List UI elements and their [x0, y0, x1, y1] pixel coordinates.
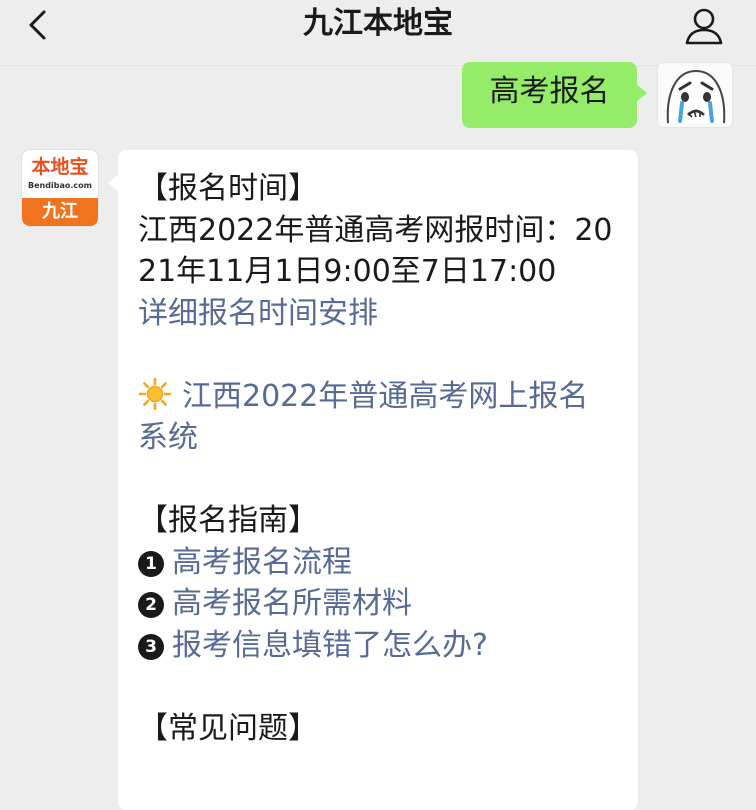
bot-message-content: 【报名时间】 江西2022年普通高考网报时间：2021年11月1日9:00至7日…	[138, 168, 616, 749]
number-badge-icon: 2	[138, 592, 164, 618]
guide-item[interactable]: 3 报考信息填错了怎么办?	[138, 625, 616, 667]
guide-link-error-fix[interactable]: 报考信息填错了怎么办?	[172, 628, 488, 663]
person-icon[interactable]	[684, 6, 724, 46]
system-link[interactable]: 江西2022年普通高考网上报名系统	[138, 379, 588, 456]
guide-item[interactable]: 1 高考报名流程	[138, 542, 616, 584]
logo-city: 九江	[22, 198, 98, 226]
top-nav-bar: 九江本地宝	[0, 0, 756, 66]
page-title: 九江本地宝	[303, 6, 453, 41]
bot-avatar[interactable]: 本地宝 Bendibao.com 九江	[22, 150, 98, 226]
logo-text: 本地宝	[31, 156, 89, 178]
guide-link-process[interactable]: 高考报名流程	[172, 545, 352, 580]
guide-heading: 【报名指南】	[138, 503, 318, 538]
signup-time-heading: 【报名时间】	[138, 171, 318, 206]
user-avatar[interactable]	[657, 62, 733, 128]
cartoon-face-icon	[666, 69, 726, 124]
guide-item[interactable]: 2 高考报名所需材料	[138, 583, 616, 625]
sun-icon	[138, 377, 172, 410]
number-badge-icon: 1	[138, 550, 164, 577]
bot-message-bubble: 【报名时间】 江西2022年普通高考网报时间：2021年11月1日9:00至7日…	[108, 150, 638, 810]
logo-subtext: Bendibao.com	[28, 181, 92, 190]
number-badge-icon: 3	[138, 633, 164, 660]
signup-time-text: 江西2022年普通高考网报时间：2021年11月1日9:00至7日17:00	[138, 212, 613, 290]
signup-time-link[interactable]: 详细报名时间安排	[138, 293, 616, 335]
guide-link-materials[interactable]: 高考报名所需材料	[172, 586, 412, 621]
faq-heading: 【常见问题】	[138, 710, 318, 746]
logo-top: 本地宝 Bendibao.com	[22, 150, 98, 198]
system-link-row[interactable]: 江西2022年普通高考网上报名系统	[138, 376, 616, 459]
user-message-bubble[interactable]: 高考报名	[462, 62, 647, 128]
